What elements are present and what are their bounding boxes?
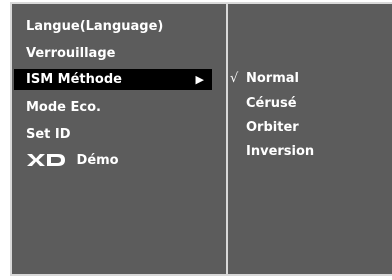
ism-method-submenu-panel: √ Normal Cérusé Orbiter Inversion: [226, 2, 392, 276]
option-normal-label: Normal: [246, 71, 299, 86]
menu-item-set-id[interactable]: Set ID: [26, 124, 71, 145]
option-orbiter-label: Orbiter: [246, 120, 299, 135]
option-ceruse-label: Cérusé: [246, 96, 297, 111]
menu-item-set-id-label: Set ID: [26, 127, 71, 142]
check-mark-icon: √: [230, 71, 239, 86]
menu-item-demo[interactable]: Démo: [26, 150, 119, 171]
menu-item-language[interactable]: Langue(Language): [26, 16, 163, 37]
menu-item-lock[interactable]: Verrouillage: [26, 43, 115, 64]
menu-item-eco-mode-label: Mode Eco.: [26, 100, 101, 115]
option-inversion[interactable]: Inversion: [246, 141, 314, 162]
menu-item-ism-method-label: ISM Méthode: [26, 72, 122, 87]
option-orbiter[interactable]: Orbiter: [246, 117, 299, 138]
arrow-right-icon: ▶: [195, 73, 204, 86]
menu-item-demo-label: Démo: [76, 153, 119, 168]
menu-item-language-label: Langue(Language): [26, 19, 164, 34]
option-normal[interactable]: Normal: [246, 68, 299, 89]
menu-item-lock-label: Verrouillage: [26, 46, 116, 61]
option-inversion-label: Inversion: [246, 144, 315, 159]
menu-item-eco-mode[interactable]: Mode Eco.: [26, 97, 101, 118]
option-ceruse[interactable]: Cérusé: [246, 93, 297, 114]
menu-item-ism-method[interactable]: ISM Méthode ▶: [14, 69, 212, 90]
xd-logo-icon: [27, 153, 65, 166]
settings-menu-panel: Langue(Language) Verrouillage ISM Méthod…: [10, 2, 228, 276]
